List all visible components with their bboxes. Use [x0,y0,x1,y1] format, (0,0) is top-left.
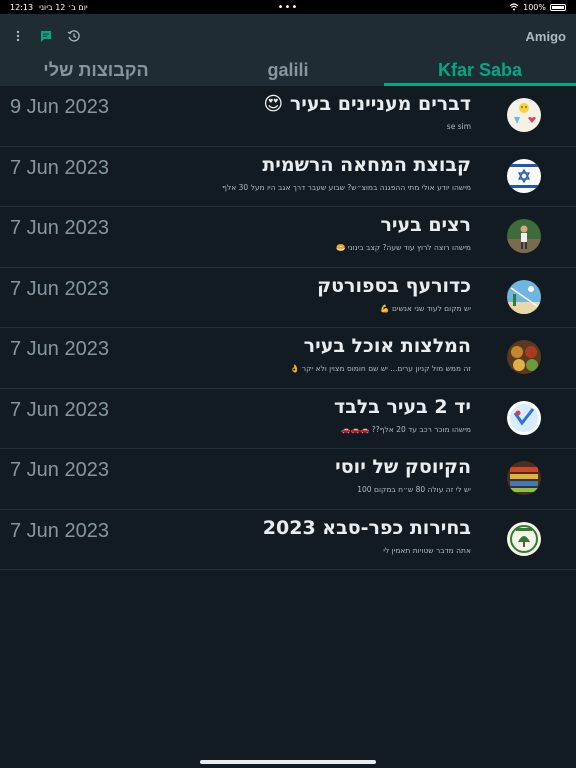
list-item[interactable]: 7 Jun 2023 המלצות אוכל בעיר זה ממש מול ק… [0,328,576,389]
list-item-date: 7 Jun 2023 [10,338,109,360]
more-menu-icon[interactable] [10,28,26,44]
list-item-subtitle: se sim [446,122,471,131]
status-right: 100% [509,3,566,12]
list-item-date: 7 Jun 2023 [10,519,109,542]
list-item-date: 7 Jun 2023 [10,277,109,300]
group-avatar[interactable] [507,219,541,253]
wifi-icon [509,3,519,11]
list-item-subtitle: זה ממש מול קניון ערים... יש שם חומוס מצו… [290,364,471,373]
app-header: Amigo [0,14,576,58]
list-item-title: רצים בעיר [380,214,471,236]
header-actions [10,28,82,44]
list-item[interactable]: 7 Jun 2023 קבוצת המחאה הרשמית מישהו יודע… [0,147,576,207]
multitask-dots[interactable]: ••• [278,2,299,13]
list-item-subtitle: יש לי זה עולה 80 ש״ח במקום 100 [357,485,471,494]
list-item-subtitle: אתה מדבר שטויות תאמין לי [383,545,471,555]
group-tabs: הקבוצות שלי galili Kfar Saba [0,58,576,86]
list-item[interactable]: 7 Jun 2023 כדורעף בספורטק יש מקום לעוד ש… [0,268,576,328]
list-item-title: בחירות כפר-סבא 2023 [262,516,471,539]
list-item-title: הקיוסק של יוסי [335,456,471,478]
status-time: 12:13 [10,2,34,12]
list-item[interactable]: 9 Jun 2023 דברים מעניינים בעיר 😍 se sim [0,86,576,147]
list-item-date: 9 Jun 2023 [10,96,109,118]
group-avatar[interactable] [507,98,541,132]
group-avatar[interactable] [507,400,541,435]
list-item[interactable]: 7 Jun 2023 הקיוסק של יוסי יש לי זה עולה … [0,449,576,510]
home-indicator[interactable] [200,760,376,764]
list-item-title: יד 2 בעיר בלבד [334,395,471,418]
list-item-date: 7 Jun 2023 [10,156,109,179]
list-item-title: קבוצת המחאה הרשמית [262,153,471,176]
group-avatar[interactable] [507,158,541,193]
list-item-date: 7 Jun 2023 [10,459,109,481]
tab-kfar-saba[interactable]: Kfar Saba [384,58,576,86]
list-item-title: כדורעף בספורטק [317,274,471,297]
list-item[interactable]: 7 Jun 2023 בחירות כפר-סבא 2023 אתה מדבר … [0,510,576,570]
status-left: 12:13 יום ב׳ 12 ביוני [10,3,88,12]
app-title: Amigo [525,28,566,44]
list-item[interactable]: 7 Jun 2023 רצים בעיר מישהו רוצה לרוץ עוד… [0,207,576,268]
list-item-date: 7 Jun 2023 [10,398,109,421]
chat-icon[interactable] [38,28,54,44]
history-icon[interactable] [66,28,82,44]
group-avatar[interactable] [507,340,541,374]
status-day: יום ב׳ 12 ביוני [39,2,88,12]
battery-percent: 100% [523,2,546,12]
list-item-subtitle: מישהו מוכר רכב עד 20 אלף?? 🚗🚗🚗 [341,424,471,434]
tab-galili[interactable]: galili [192,58,384,86]
list-item-date: 7 Jun 2023 [10,217,109,239]
group-avatar[interactable] [507,461,541,495]
battery-icon [550,3,566,11]
list-item-title: המלצות אוכל בעיר [303,335,471,357]
group-avatar[interactable] [507,521,541,556]
list-item-subtitle: מישהו יודע אולי מתי ההפגנה במוצ״ש? שבוע … [222,182,471,192]
list-item-subtitle: מישהו רוצה לרוץ עוד שעה? קצב בינוני 🥯 [336,243,471,252]
group-avatar[interactable] [507,279,541,314]
list-item-subtitle: יש מקום לעוד שני אנשים 💪 [380,303,471,313]
tab-my-groups[interactable]: הקבוצות שלי [0,58,192,86]
list-item[interactable]: 7 Jun 2023 יד 2 בעיר בלבד מישהו מוכר רכב… [0,389,576,449]
list-item-title: דברים מעניינים בעיר 😍 [263,93,471,115]
group-list: 9 Jun 2023 דברים מעניינים בעיר 😍 se sim … [0,86,576,570]
status-bar: 12:13 יום ב׳ 12 ביוני ••• 100% [0,0,576,14]
